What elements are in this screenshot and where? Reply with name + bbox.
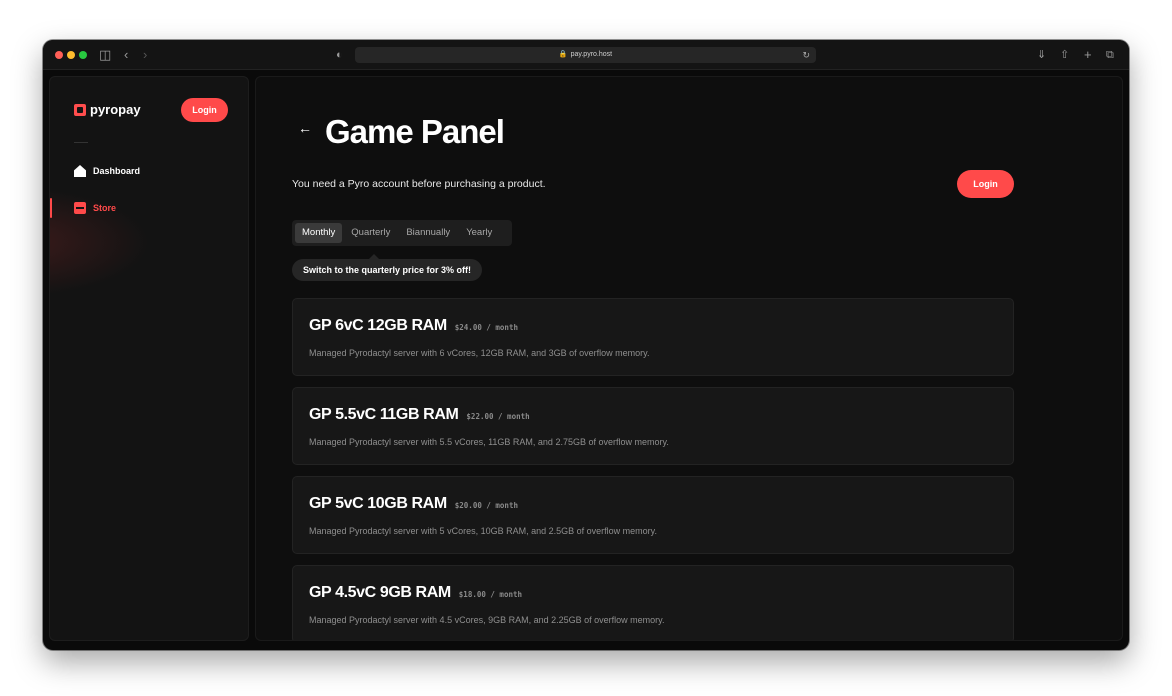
product-description: Managed Pyrodactyl server with 4.5 vCore… bbox=[309, 615, 665, 625]
shield-icon[interactable]: ◐ bbox=[336, 46, 343, 64]
share-icon[interactable]: ⇧ bbox=[1060, 46, 1069, 64]
sidebar-item-label: Store bbox=[93, 203, 117, 213]
discount-tooltip: Switch to the quarterly price for 3% off… bbox=[292, 254, 483, 281]
product-description: Managed Pyrodactyl server with 5.5 vCore… bbox=[309, 437, 669, 447]
lock-icon: 🔒 bbox=[558, 51, 568, 58]
sidebar-toggle-icon[interactable]: ◫ bbox=[99, 46, 111, 64]
back-arrow-icon[interactable]: ← bbox=[298, 120, 312, 136]
product-name: GP 6vC 12GB RAM bbox=[309, 317, 447, 334]
browser-titlebar: ◫ ‹ › ◐ 🔒 pay.pyro.host ↻ ⇓ ⇧ + ⧉ bbox=[43, 40, 1129, 70]
main-login-button[interactable]: Login bbox=[957, 170, 1014, 198]
product-card[interactable]: GP 5vC 10GB RAM $20.00 / month Managed Py… bbox=[292, 476, 1014, 554]
product-title: GP 6vC 12GB RAM $24.00 / month bbox=[309, 317, 518, 335]
tab-yearly[interactable]: Yearly bbox=[459, 223, 499, 243]
brand-name: pyropay bbox=[90, 102, 141, 117]
product-card[interactable]: GP 6vC 12GB RAM $24.00 / month Managed Py… bbox=[292, 298, 1014, 376]
main-content: ← Game Panel You need a Pyro account bef… bbox=[255, 76, 1123, 641]
product-title: GP 4.5vC 9GB RAM $18.00 / month bbox=[309, 584, 522, 602]
product-price: $24.00 / month bbox=[454, 323, 518, 332]
tab-overview-icon[interactable]: ⧉ bbox=[1106, 46, 1114, 64]
billing-period-tabs: Monthly Quarterly Biannually Yearly bbox=[292, 220, 512, 246]
forward-nav-icon[interactable]: › bbox=[143, 46, 147, 64]
sidebar-divider bbox=[74, 142, 88, 143]
store-icon bbox=[74, 202, 86, 214]
download-icon[interactable]: ⇓ bbox=[1037, 46, 1046, 64]
product-name: GP 4.5vC 9GB RAM bbox=[309, 584, 451, 601]
browser-window: ◫ ‹ › ◐ 🔒 pay.pyro.host ↻ ⇓ ⇧ + ⧉ pyropay… bbox=[43, 40, 1129, 650]
product-price: $22.00 / month bbox=[466, 412, 530, 421]
product-title: GP 5.5vC 11GB RAM $22.00 / month bbox=[309, 406, 530, 424]
product-description: Managed Pyrodactyl server with 6 vCores,… bbox=[309, 348, 650, 358]
tab-quarterly[interactable]: Quarterly bbox=[344, 223, 397, 243]
reload-icon[interactable]: ↻ bbox=[802, 47, 810, 63]
address-bar[interactable]: 🔒 pay.pyro.host ↻ bbox=[355, 47, 816, 63]
product-description: Managed Pyrodactyl server with 5 vCores,… bbox=[309, 526, 657, 536]
zoom-window-button[interactable] bbox=[79, 51, 87, 59]
home-icon bbox=[74, 165, 86, 177]
product-card[interactable]: GP 5.5vC 11GB RAM $22.00 / month Managed … bbox=[292, 387, 1014, 465]
back-nav-icon[interactable]: ‹ bbox=[124, 46, 128, 64]
sidebar-item-label: Dashboard bbox=[93, 166, 141, 176]
product-name: GP 5vC 10GB RAM bbox=[309, 495, 447, 512]
page-title: Game Panel bbox=[325, 113, 505, 150]
new-tab-icon[interactable]: + bbox=[1084, 46, 1092, 64]
product-title: GP 5vC 10GB RAM $20.00 / month bbox=[309, 495, 518, 513]
product-price: $18.00 / month bbox=[458, 590, 523, 599]
product-price: $20.00 / month bbox=[454, 501, 518, 510]
tab-biannually[interactable]: Biannually bbox=[399, 223, 457, 243]
pyropay-logo-icon bbox=[74, 103, 86, 116]
minimize-window-button[interactable] bbox=[67, 51, 75, 59]
sidebar: pyropay Login Dashboard Store bbox=[49, 76, 249, 641]
brand-logo[interactable]: pyropay bbox=[74, 102, 141, 117]
product-name: GP 5.5vC 11GB RAM bbox=[309, 406, 459, 423]
tab-monthly[interactable]: Monthly bbox=[295, 223, 343, 243]
sidebar-item-store[interactable]: Store bbox=[50, 194, 248, 222]
account-required-notice: You need a Pyro account before purchasin… bbox=[292, 178, 546, 190]
sidebar-item-dashboard[interactable]: Dashboard bbox=[50, 157, 248, 185]
sidebar-login-button[interactable]: Login bbox=[181, 98, 228, 122]
url-text: pay.pyro.host bbox=[570, 51, 613, 58]
product-card[interactable]: GP 4.5vC 9GB RAM $18.00 / month Managed P… bbox=[292, 565, 1014, 640]
close-window-button[interactable] bbox=[55, 51, 63, 59]
